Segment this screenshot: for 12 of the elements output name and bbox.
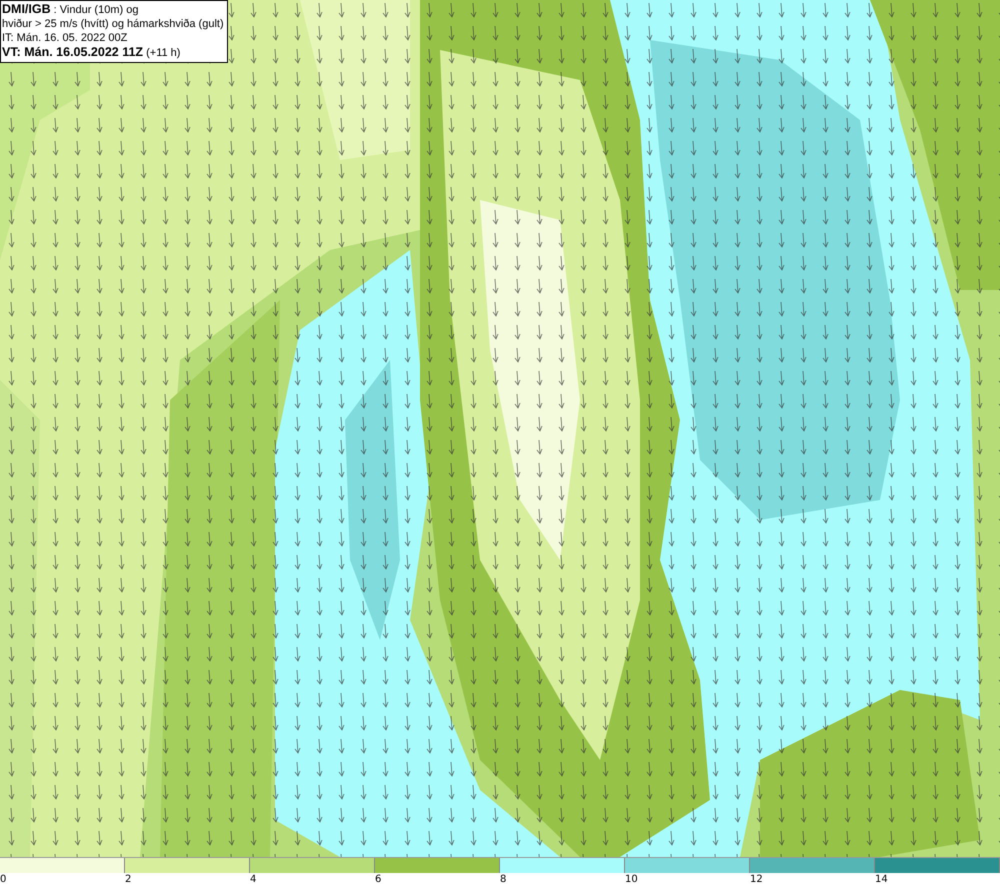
legend-tick-label: 12 bbox=[750, 874, 763, 885]
title-line: hviður > 25 m/s (hvítt) og hámarkshviða (gult) bbox=[2, 17, 224, 31]
title-line: DMI/IGB : Vindur (10m) og bbox=[2, 2, 140, 17]
legend-tick-label: 6 bbox=[375, 874, 382, 885]
legend-tick-label: 8 bbox=[500, 874, 506, 885]
legend-tick-label: 0 bbox=[0, 874, 6, 885]
legend-tick-label: 14 bbox=[875, 874, 888, 885]
legend-tick-label: 4 bbox=[250, 874, 256, 885]
title-line: IT: Mán. 16. 05. 2022 00Z bbox=[2, 31, 128, 45]
legend-tick-label: 10 bbox=[625, 874, 638, 885]
title-line: VT: Mán. 16.05.2022 11Z (+11 h) bbox=[2, 45, 182, 60]
legend-tick-label: 2 bbox=[125, 874, 132, 885]
